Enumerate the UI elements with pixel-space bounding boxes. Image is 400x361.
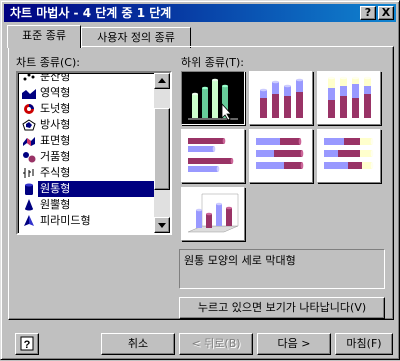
chart-type-label: 차트 종류(C): — [16, 56, 80, 69]
tab-custom-label: 사용자 정의 종류 — [97, 31, 175, 44]
doughnut-icon — [24, 104, 34, 114]
surface-icon — [23, 137, 35, 146]
subtype-clustered-bar[interactable] — [181, 129, 245, 183]
cancel-button[interactable]: 취소 — [101, 333, 175, 355]
subtype-100-stacked-column[interactable] — [317, 71, 381, 125]
scroll-down-button[interactable] — [154, 217, 170, 233]
list-item-bubble[interactable]: 거품형 — [20, 149, 152, 165]
3d-cylinder-icon — [187, 193, 239, 233]
tab-custom-types[interactable]: 사용자 정의 종류 — [81, 27, 191, 48]
subtype-100-stacked-bar[interactable] — [317, 129, 381, 183]
area-icon — [22, 89, 36, 99]
help-button[interactable]: ? — [15, 333, 39, 355]
stock-icon — [23, 168, 34, 178]
scroll-thumb[interactable] — [154, 108, 170, 190]
next-button[interactable]: 다음 > — [257, 333, 331, 355]
arrow-down-icon — [158, 223, 166, 228]
help-icon: ? — [20, 336, 34, 351]
radar-icon — [22, 119, 36, 131]
tab-standard-label: 표준 종류 — [22, 29, 66, 42]
clustered-cylinder-icon — [188, 78, 238, 121]
scatter-icon — [23, 73, 35, 81]
finish-button[interactable]: 마침(F) — [335, 333, 393, 355]
svg-text:?: ? — [24, 339, 31, 351]
pyramid-icon — [24, 215, 34, 226]
arrow-up-icon — [158, 78, 166, 83]
list-item-area[interactable]: 영역형 — [20, 85, 152, 101]
subtype-stacked-column[interactable] — [249, 71, 313, 125]
subtype-label: 하위 종류(T): — [181, 56, 244, 69]
stacked-cylinder-icon — [260, 78, 303, 118]
subtype-stacked-bar[interactable] — [249, 129, 313, 183]
title-bar[interactable]: 차트 마법사 - 4 단계 중 1 단계 ? X — [4, 4, 396, 22]
list-item-stock[interactable]: 주식형 — [20, 165, 152, 181]
list-item-radar[interactable]: 방사형 — [20, 117, 152, 133]
cylinder-icon — [25, 183, 33, 195]
window-title: 차트 마법사 - 4 단계 중 1 단계 — [10, 6, 172, 20]
scroll-up-button[interactable] — [154, 73, 170, 89]
back-button[interactable]: < 뒤로(B) — [179, 333, 253, 355]
clustered-horizontal-cylinder-icon — [188, 138, 234, 172]
preview-button[interactable]: 누르고 있으면 보기가 나타납니다(V) — [179, 297, 385, 319]
cone-icon — [25, 199, 33, 211]
help-titlebar-button[interactable]: ? — [360, 6, 376, 20]
list-item-scatter[interactable]: 분산형 — [20, 73, 152, 85]
close-button[interactable]: X — [378, 6, 394, 20]
subtype-clustered-column[interactable] — [181, 71, 245, 125]
bubble-icon — [23, 152, 36, 163]
percent-stacked-horizontal-cylinder-icon — [324, 138, 374, 169]
percent-stacked-cylinder-icon — [328, 76, 371, 118]
list-item-pyramid[interactable]: 피라미드형 — [20, 213, 152, 229]
list-item-cone[interactable]: 원뿔형 — [20, 197, 152, 213]
stacked-horizontal-cylinder-icon — [256, 138, 304, 169]
list-item-cylinder[interactable]: 원통형 — [20, 181, 154, 197]
subtype-grid — [181, 71, 383, 241]
subtype-description: 원통 모양의 세로 막대형 — [184, 254, 296, 267]
tab-standard-types[interactable]: 표준 종류 — [7, 25, 81, 48]
subtype-3d-column[interactable] — [181, 187, 245, 241]
list-item-doughnut[interactable]: 도넛형 — [20, 101, 152, 117]
chart-wizard-window: 차트 마법사 - 4 단계 중 1 단계 ? X 표준 종류 사용자 정의 종류… — [0, 0, 400, 360]
chart-type-scrollbar[interactable] — [154, 73, 170, 233]
subtype-description-box: 원통 모양의 세로 막대형 — [179, 249, 385, 289]
list-item-surface[interactable]: 표면형 — [20, 133, 152, 149]
chart-type-list[interactable]: 분산형 영역형 도넛형 방사형 표면형 거품형 주식형 원통형 원뿔형 피라미드… — [16, 71, 172, 235]
